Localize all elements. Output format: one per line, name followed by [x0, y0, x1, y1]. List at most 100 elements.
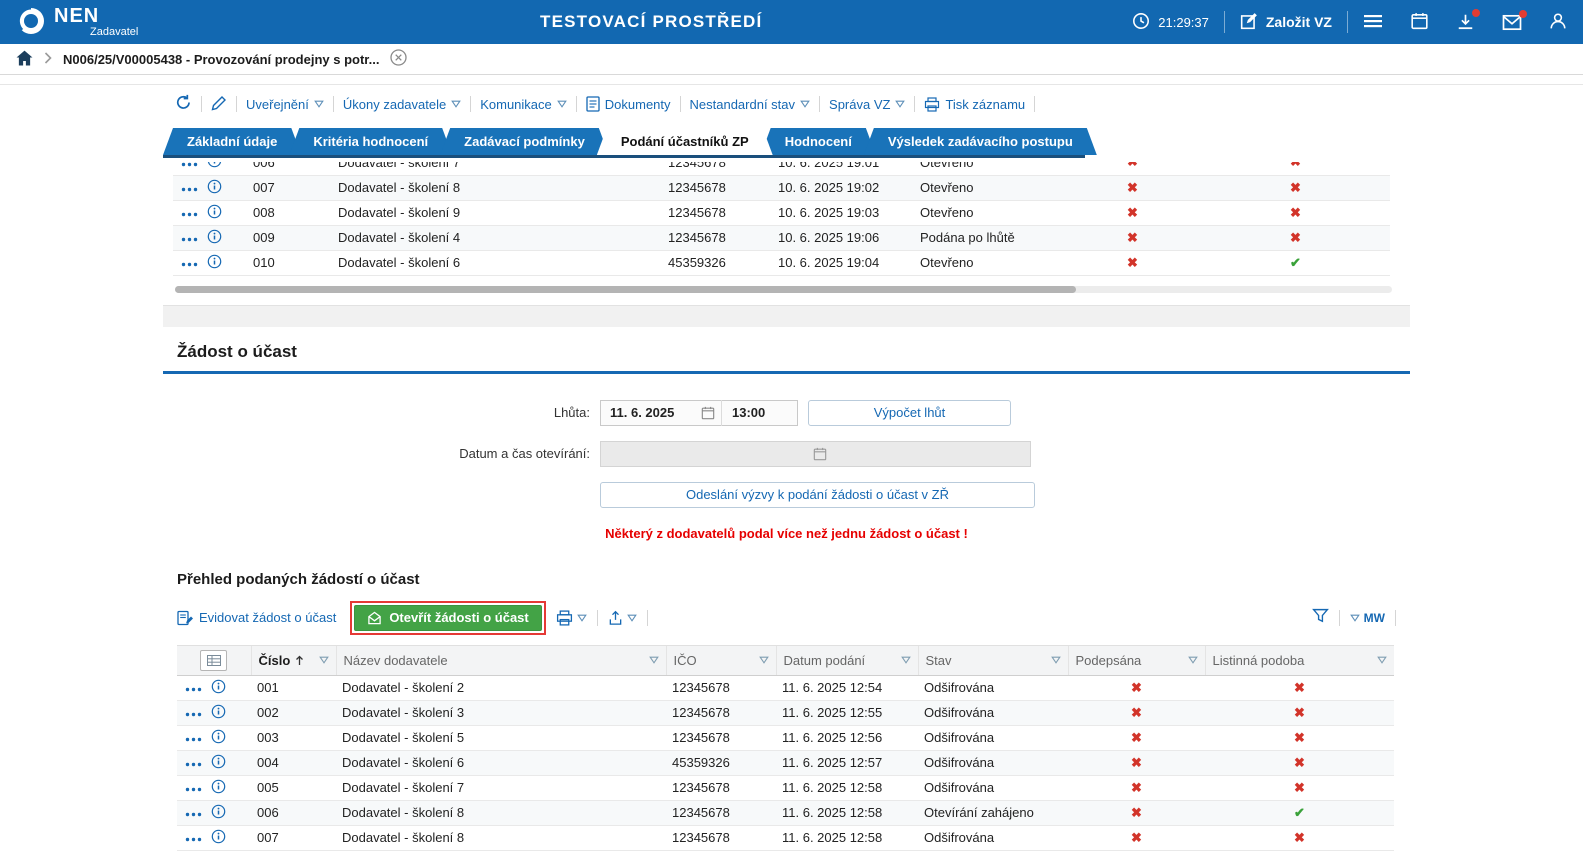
otevrit-zadosti-button[interactable]: Otevřít žádosti o účast [354, 604, 542, 631]
info-icon[interactable] [207, 229, 222, 247]
mw-label: MW [1363, 610, 1385, 625]
print-menu[interactable] [556, 609, 587, 626]
cell-nazev-dodavatele: Dodavatel - školení 2 [336, 675, 666, 701]
evidovat-zadost-link[interactable]: Evidovat žádost o účast [177, 610, 336, 626]
column-header-ico[interactable]: IČO [665, 644, 776, 676]
cell-podepsana-mark: ✖ [1064, 162, 1201, 176]
chevron-down-icon [556, 100, 567, 108]
table-row: 007 Dodavatel - školení 8 12345678 11. 6… [177, 825, 1394, 851]
menu-komunikace[interactable]: Komunikace [480, 97, 567, 112]
tab-podani-ucastniku-zp[interactable]: Podání účastníků ZP [597, 128, 773, 155]
column-header-datum-podani[interactable]: Datum podání [775, 644, 918, 676]
column-header-stav[interactable]: Stav [917, 644, 1068, 676]
scrollbar-thumb[interactable] [175, 285, 1076, 293]
cell-datum-podani: 10. 6. 2025 19:04 [772, 250, 914, 276]
row-menu-icon[interactable] [185, 705, 202, 720]
filter-dropdown-icon [900, 656, 911, 664]
row-menu-icon[interactable] [181, 180, 198, 195]
info-icon[interactable] [211, 754, 226, 772]
info-icon[interactable] [211, 779, 226, 797]
tab-kriteria-hodnoceni[interactable]: Kritéria hodnocení [289, 128, 452, 155]
back-refresh-icon[interactable] [175, 94, 192, 114]
menu-tisk-zaznamu[interactable]: Tisk záznamu [924, 97, 1025, 112]
row-menu-icon[interactable] [185, 830, 202, 845]
cell-ico: 12345678 [666, 725, 776, 751]
menu-sprava-vz[interactable]: Správa VZ [829, 97, 906, 112]
calendar-icon[interactable] [1410, 12, 1429, 33]
downloads-icon[interactable] [1456, 9, 1480, 31]
tab-zadavaci-podminky[interactable]: Zadávací podmínky [440, 128, 609, 155]
tab-zakladni-udaje[interactable]: Základní údaje [163, 128, 301, 155]
info-icon[interactable] [207, 179, 222, 197]
menu-nestandardni-stav[interactable]: Nestandardní stav [690, 97, 811, 112]
cell-stav: Odšifrována [918, 675, 1068, 701]
home-icon[interactable] [16, 50, 33, 69]
menu-label: Dokumenty [604, 96, 671, 112]
column-header-podepsana[interactable]: Podepsána [1067, 644, 1205, 676]
cell-listinna-podoba-mark: ✖ [1201, 225, 1390, 251]
divider [1347, 11, 1348, 33]
cell-listinna-podoba-mark: ✔ [1205, 800, 1394, 826]
info-icon[interactable] [207, 162, 222, 171]
row-menu-icon[interactable] [181, 230, 198, 245]
row-menu-icon[interactable] [181, 205, 198, 220]
row-menu-icon[interactable] [185, 805, 202, 820]
cell-listinna-podoba-mark: ✖ [1205, 700, 1394, 726]
row-menu-icon[interactable] [185, 755, 202, 770]
info-icon[interactable] [211, 704, 226, 722]
tab-hodnoceni[interactable]: Hodnocení [761, 128, 876, 155]
table-row: 007 Dodavatel - školení 8 12345678 10. 6… [173, 175, 1390, 201]
divider [1034, 96, 1036, 112]
menu-dokumenty[interactable]: Dokumenty [586, 96, 671, 112]
info-icon[interactable] [207, 204, 222, 222]
filter-dropdown-icon [1050, 656, 1061, 664]
lhuta-date-field[interactable]: 11. 6. 2025 [601, 405, 701, 420]
info-icon[interactable] [211, 829, 226, 847]
info-icon[interactable] [211, 804, 226, 822]
lhuta-time-field[interactable]: 13:00 [721, 399, 797, 426]
user-icon[interactable] [1549, 12, 1567, 33]
close-tab-icon[interactable] [390, 49, 408, 69]
annotation-highlight: Otevřít žádosti o účast [350, 600, 546, 635]
record-tabs: Základní údaje Kritéria hodnocení Zadáva… [163, 128, 1085, 158]
edit-icon[interactable] [211, 95, 227, 114]
column-settings-button[interactable] [200, 649, 228, 671]
cell-cislo: 003 [251, 725, 336, 751]
menu-icon[interactable] [1363, 13, 1383, 32]
vypocet-lhut-button[interactable]: Výpočet lhůt [808, 399, 1011, 426]
cell-ico: 12345678 [666, 775, 776, 801]
cell-nazev-dodavatele: Dodavatel - školení 7 [336, 775, 666, 801]
tab-vysledek-zadavaciho-postupu[interactable]: Výsledek zadávacího postupu [864, 128, 1097, 155]
table-row: 008 Dodavatel - školení 9 12345678 10. 6… [173, 200, 1390, 226]
divider [914, 96, 916, 112]
info-icon[interactable] [207, 254, 222, 272]
export-menu[interactable] [608, 610, 637, 626]
breadcrumb-record[interactable]: N006/25/V00005438 - Provozování prodejny… [63, 52, 379, 67]
row-menu-icon[interactable] [181, 255, 198, 270]
column-header-listinna-podoba[interactable]: Listinná podoba [1204, 644, 1394, 676]
view-menu[interactable]: MW [1349, 610, 1385, 625]
top-bar: NEN Zadavatel TESTOVACÍ PROSTŘEDÍ 21:29:… [0, 0, 1583, 44]
odeslani-vyzvy-button[interactable]: Odeslání výzvy k podání žádosti o účast … [600, 481, 1035, 508]
menu-ukony-zadavatele[interactable]: Úkony zadavatele [343, 97, 462, 112]
row-menu-icon[interactable] [185, 780, 202, 795]
row-menu-icon[interactable] [185, 730, 202, 745]
table-row: 005 Dodavatel - školení 7 12345678 11. 6… [177, 775, 1394, 801]
nen-logo[interactable]: NEN Zadavatel [16, 6, 138, 39]
menu-uverejneni[interactable]: Uveřejnění [246, 97, 324, 112]
horizontal-scrollbar[interactable] [175, 285, 1392, 293]
info-icon[interactable] [211, 679, 226, 697]
create-vz-button[interactable]: Založit VZ [1240, 12, 1332, 33]
page: NEN Zadavatel TESTOVACÍ PROSTŘEDÍ 21:29:… [0, 0, 1583, 852]
row-menu-icon[interactable] [181, 162, 198, 170]
chevron-down-icon [576, 614, 587, 622]
column-header-cislo[interactable]: Číslo [250, 644, 336, 676]
row-menu-icon[interactable] [185, 680, 202, 695]
info-icon[interactable] [211, 729, 226, 747]
cell-cislo: 001 [251, 675, 336, 701]
calendar-icon[interactable] [701, 406, 721, 420]
column-header-nazev-dodavatele[interactable]: Název dodavatele [335, 644, 666, 676]
clock-icon [1132, 12, 1150, 33]
filter-icon[interactable] [1311, 608, 1329, 627]
messages-icon[interactable] [1502, 9, 1527, 31]
